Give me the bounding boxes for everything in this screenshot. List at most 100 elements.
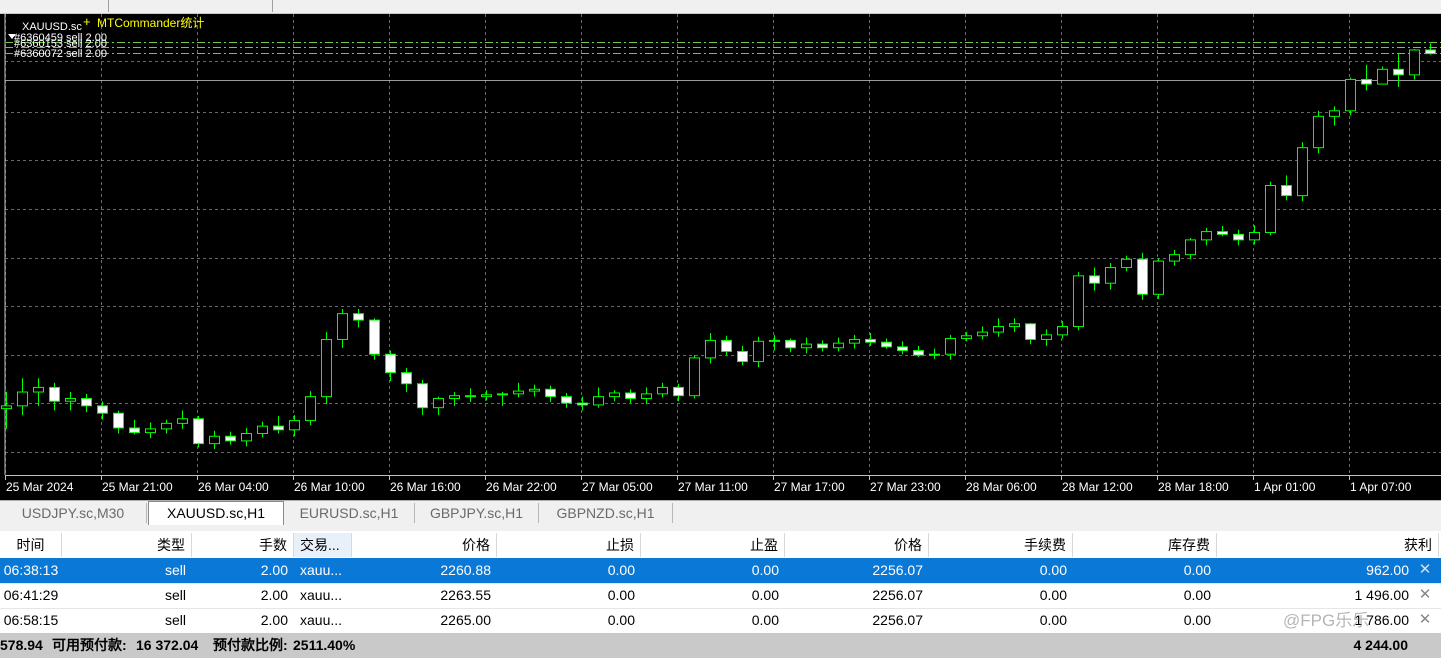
- candle[interactable]: [1393, 53, 1404, 87]
- candle[interactable]: [1169, 250, 1180, 266]
- chart-window[interactable]: XAUUSD.sc + MTCommander统计 #6360459 sell …: [0, 14, 1441, 500]
- candle[interactable]: [1361, 64, 1372, 91]
- candle[interactable]: [1425, 43, 1436, 55]
- candle[interactable]: [289, 415, 300, 437]
- tab-gbpjpy[interactable]: GBPJPY.sc,H1: [415, 503, 539, 523]
- col-header-lots[interactable]: 手数: [192, 533, 294, 557]
- candle[interactable]: [1297, 142, 1308, 202]
- cell-stop-loss[interactable]: 0.00: [497, 608, 641, 632]
- candle[interactable]: [321, 332, 332, 405]
- candle[interactable]: [1, 392, 12, 429]
- tab-eurusd[interactable]: EURUSD.sc,H1: [284, 503, 415, 523]
- candle[interactable]: [993, 318, 1004, 337]
- candle[interactable]: [1089, 267, 1100, 291]
- candle[interactable]: [689, 355, 700, 399]
- candle[interactable]: [961, 332, 972, 342]
- candle[interactable]: [801, 337, 812, 354]
- cell-stop-loss[interactable]: 0.00: [497, 558, 641, 582]
- candle[interactable]: [113, 410, 124, 434]
- candle[interactable]: [145, 422, 156, 439]
- candle[interactable]: [945, 334, 956, 360]
- candle[interactable]: [737, 345, 748, 366]
- candle[interactable]: [1105, 262, 1116, 290]
- price-chart[interactable]: XAUUSD.sc + MTCommander统计 #6360459 sell …: [0, 14, 1441, 500]
- candle[interactable]: [1281, 175, 1292, 201]
- candle[interactable]: [1041, 329, 1052, 346]
- close-position-icon[interactable]: ✕: [1416, 558, 1434, 582]
- candle[interactable]: [481, 390, 492, 401]
- col-header-commission[interactable]: 手续费: [929, 533, 1073, 557]
- cell-take-profit[interactable]: 0.00: [641, 608, 785, 632]
- candle[interactable]: [65, 392, 76, 411]
- candle[interactable]: [1329, 106, 1340, 126]
- tab-usdjpy[interactable]: USDJPY.sc,M30: [0, 503, 147, 523]
- candle[interactable]: [33, 378, 44, 406]
- candle[interactable]: [1233, 229, 1244, 246]
- candle[interactable]: [129, 419, 140, 435]
- candle[interactable]: [273, 415, 284, 434]
- tab-xauusd[interactable]: XAUUSD.sc,H1: [148, 501, 284, 525]
- candle[interactable]: [897, 341, 908, 355]
- candle[interactable]: [1345, 77, 1356, 116]
- candle[interactable]: [1377, 66, 1388, 85]
- tab-gbpnzd[interactable]: GBPNZD.sc,H1: [539, 503, 673, 523]
- col-header-swap[interactable]: 库存费: [1073, 533, 1217, 557]
- candle[interactable]: [465, 388, 476, 403]
- candle[interactable]: [1185, 238, 1196, 260]
- candle[interactable]: [577, 396, 588, 411]
- candle[interactable]: [721, 335, 732, 356]
- candle[interactable]: [545, 385, 556, 403]
- candle[interactable]: [625, 389, 636, 404]
- candle[interactable]: [609, 390, 620, 402]
- candle[interactable]: [1073, 272, 1084, 331]
- candle[interactable]: [913, 345, 924, 357]
- position-row[interactable]: 06:38:13 sell 2.00 xauu... 2260.88 0.00 …: [0, 558, 1441, 584]
- col-header-open-price[interactable]: 价格: [352, 533, 497, 557]
- candle[interactable]: [433, 396, 444, 416]
- cell-stop-loss[interactable]: 0.00: [497, 583, 641, 607]
- col-header-price[interactable]: 价格: [785, 533, 929, 557]
- candle[interactable]: [17, 378, 28, 416]
- candle[interactable]: [833, 337, 844, 352]
- col-header-symbol[interactable]: 交易...: [294, 533, 352, 557]
- col-header-stop-loss[interactable]: 止损: [497, 533, 641, 557]
- candle[interactable]: [1153, 258, 1164, 299]
- candle[interactable]: [1217, 226, 1228, 237]
- candle[interactable]: [881, 338, 892, 349]
- candle[interactable]: [225, 431, 236, 445]
- candle[interactable]: [337, 309, 348, 348]
- candle[interactable]: [1137, 252, 1148, 300]
- col-header-profit[interactable]: 获利: [1217, 533, 1439, 557]
- candle[interactable]: [865, 333, 876, 346]
- candle[interactable]: [785, 338, 796, 353]
- candle[interactable]: [977, 326, 988, 340]
- candle[interactable]: [1201, 227, 1212, 246]
- candle[interactable]: [849, 334, 860, 349]
- candle[interactable]: [161, 419, 172, 434]
- col-header-time[interactable]: 时间: [0, 533, 62, 557]
- candle[interactable]: [1057, 321, 1068, 339]
- candle[interactable]: [1409, 49, 1420, 80]
- candle[interactable]: [641, 387, 652, 405]
- candle[interactable]: [769, 334, 780, 351]
- candle[interactable]: [529, 384, 540, 397]
- candle[interactable]: [177, 410, 188, 429]
- cell-take-profit[interactable]: 0.00: [641, 583, 785, 607]
- candle[interactable]: [753, 336, 764, 368]
- candle[interactable]: [929, 348, 940, 359]
- candle[interactable]: [401, 368, 412, 393]
- candle[interactable]: [593, 387, 604, 408]
- candle[interactable]: [305, 391, 316, 426]
- position-row[interactable]: 06:41:29 sell 2.00 xauu... 2263.55 0.00 …: [0, 583, 1441, 609]
- candle[interactable]: [657, 382, 668, 398]
- candle[interactable]: [1009, 318, 1020, 333]
- candle[interactable]: [561, 392, 572, 408]
- candle[interactable]: [209, 430, 220, 450]
- col-header-type[interactable]: 类型: [62, 533, 192, 557]
- candle[interactable]: [1249, 225, 1260, 245]
- close-position-icon[interactable]: ✕: [1416, 583, 1434, 607]
- candle[interactable]: [705, 333, 716, 364]
- candle[interactable]: [673, 383, 684, 402]
- candle[interactable]: [1121, 255, 1132, 272]
- cell-take-profit[interactable]: 0.00: [641, 558, 785, 582]
